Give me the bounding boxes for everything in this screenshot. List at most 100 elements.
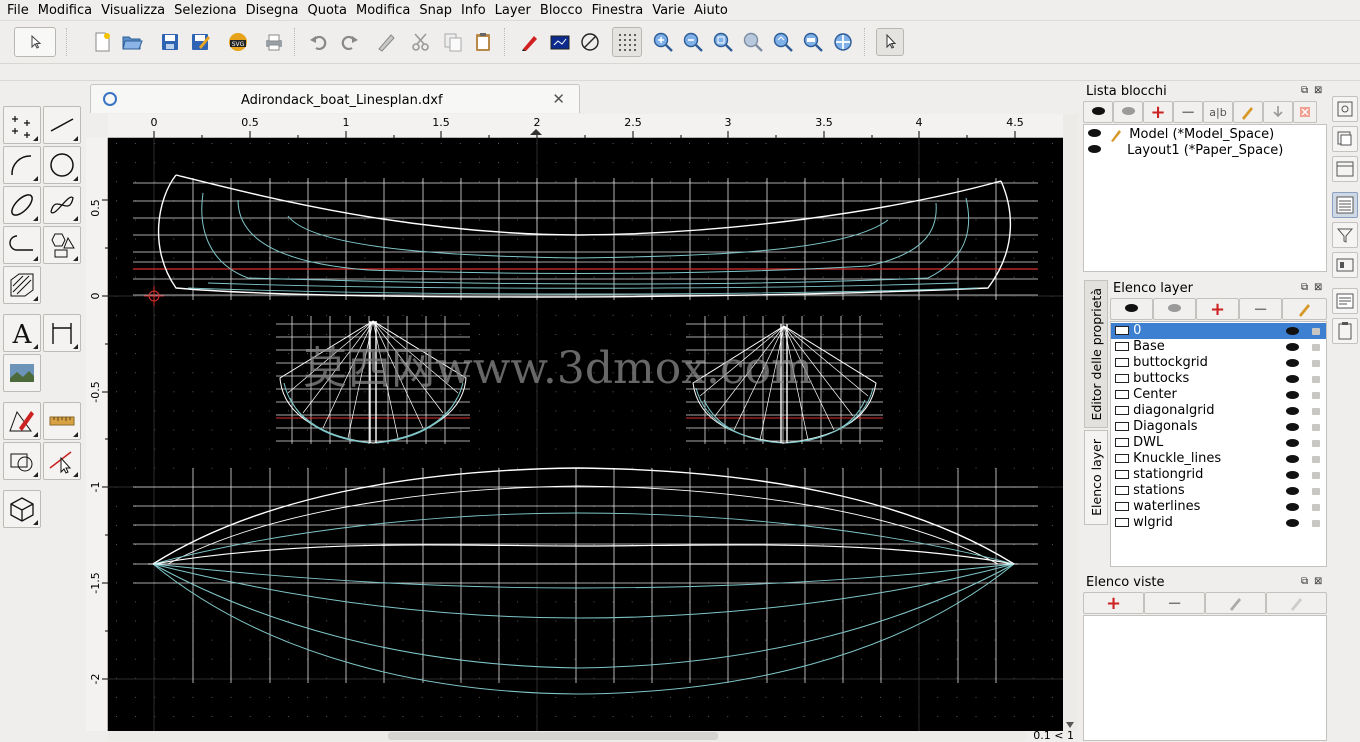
ellipse-tool-button[interactable]	[3, 186, 41, 224]
zoom-redraw-button[interactable]	[800, 29, 826, 55]
menu-layer[interactable]: Layer	[492, 0, 537, 21]
lock-icon[interactable]	[1312, 360, 1320, 367]
eye-icon[interactable]	[1286, 487, 1299, 495]
layer-row[interactable]: buttocks	[1111, 371, 1326, 387]
dimension-tool-button[interactable]	[43, 314, 81, 352]
menu-info[interactable]: Info	[458, 0, 492, 21]
print-button[interactable]	[261, 29, 287, 55]
layer-row[interactable]: diagonalgrid	[1111, 403, 1326, 419]
select-tool-button[interactable]	[43, 442, 81, 480]
eye-icon[interactable]	[1286, 471, 1299, 479]
layer-row[interactable]: stationgrid	[1111, 467, 1326, 483]
layer-row[interactable]: buttockgrid	[1111, 355, 1326, 371]
export-svg-button[interactable]: SVG	[225, 29, 251, 55]
layer-row[interactable]: Diagonals	[1111, 419, 1326, 435]
undo-button[interactable]	[306, 29, 332, 55]
menu-visualizza[interactable]: Visualizza	[98, 0, 171, 21]
line-tool-button[interactable]	[43, 106, 81, 144]
select-window-tool-button[interactable]	[3, 442, 41, 480]
panel-close-icon[interactable]: ⊠	[1314, 576, 1322, 587]
tab-layer-list[interactable]: Elenco layer	[1084, 430, 1108, 525]
panel-float-icon[interactable]: ⧉	[1301, 85, 1308, 96]
eye-icon[interactable]	[1286, 343, 1299, 351]
lock-icon[interactable]	[1312, 328, 1320, 335]
new-file-button[interactable]	[89, 29, 115, 55]
copy-button[interactable]	[440, 29, 466, 55]
insert-block-button[interactable]	[1263, 101, 1293, 123]
save-as-button[interactable]	[187, 29, 213, 55]
menu-aiuto[interactable]: Aiuto	[691, 0, 734, 21]
dock-toggle-button[interactable]	[1332, 288, 1358, 314]
paste-button[interactable]	[470, 29, 496, 55]
edit-block-button[interactable]	[1233, 101, 1263, 123]
eye-icon[interactable]	[1286, 359, 1299, 367]
horizontal-scroll-thumb[interactable]	[388, 732, 718, 740]
dock-toggle-button[interactable]	[1332, 96, 1358, 122]
dock-toggle-button[interactable]	[1332, 252, 1358, 278]
eye-icon[interactable]	[1286, 503, 1299, 511]
pan-zoom-button[interactable]	[830, 29, 856, 55]
zoom-previous-button[interactable]	[740, 29, 766, 55]
circle-tool-button[interactable]	[43, 146, 81, 184]
zoom-window-button[interactable]	[770, 29, 796, 55]
menu-disegna[interactable]: Disegna	[243, 0, 305, 21]
eye-icon[interactable]	[1286, 391, 1299, 399]
layer-row[interactable]: Knuckle_lines	[1111, 451, 1326, 467]
lock-icon[interactable]	[1312, 392, 1320, 399]
rename-block-button[interactable]: a|b	[1203, 101, 1233, 123]
delete-block-button[interactable]	[1293, 101, 1317, 123]
horizontal-scrollbar[interactable]	[108, 731, 1026, 741]
lock-icon[interactable]	[1312, 520, 1320, 527]
circle-tool-button[interactable]	[577, 29, 603, 55]
add-view-button[interactable]: +	[1083, 592, 1144, 614]
close-tab-icon[interactable]: ✕	[552, 90, 565, 108]
block-item[interactable]: Layout1 (*Paper_Space)	[1084, 143, 1326, 159]
panel-float-icon[interactable]: ⧉	[1301, 282, 1308, 293]
block-item[interactable]: Model (*Model_Space)	[1084, 127, 1326, 143]
hide-all-layers-button[interactable]	[1153, 298, 1196, 320]
menu-snap[interactable]: Snap	[416, 0, 458, 21]
menu-quota[interactable]: Quota	[304, 0, 353, 21]
layer-row[interactable]: DWL	[1111, 435, 1326, 451]
image-tool-button[interactable]	[3, 354, 41, 392]
redo-button[interactable]	[336, 29, 362, 55]
add-block-button[interactable]: +	[1143, 101, 1173, 123]
panel-close-icon[interactable]: ⊠	[1314, 85, 1322, 96]
lock-icon[interactable]	[1312, 424, 1320, 431]
eye-icon[interactable]	[1286, 375, 1299, 383]
edit-pen-button[interactable]	[373, 29, 399, 55]
layer-row[interactable]: Center	[1111, 387, 1326, 403]
drawing-background-button[interactable]	[547, 29, 573, 55]
menu-finestra[interactable]: Finestra	[589, 0, 650, 21]
lock-icon[interactable]	[1312, 408, 1320, 415]
shapes-tool-button[interactable]	[43, 226, 81, 264]
panel-float-icon[interactable]: ⧉	[1301, 576, 1308, 587]
eye-icon[interactable]	[1286, 423, 1299, 431]
dock-toggle-button[interactable]	[1332, 126, 1358, 152]
eye-icon[interactable]	[1286, 455, 1299, 463]
open-file-button[interactable]	[119, 29, 145, 55]
dock-toggle-button[interactable]	[1332, 156, 1358, 182]
layer-row[interactable]: waterlines	[1111, 499, 1326, 515]
show-all-layers-button[interactable]	[1110, 298, 1153, 320]
arc-tool-button[interactable]	[3, 146, 41, 184]
layer-row[interactable]: Base	[1111, 339, 1326, 355]
layer-row-selected[interactable]: 0	[1111, 323, 1326, 339]
cut-button[interactable]	[408, 29, 434, 55]
hatch-tool-button[interactable]	[3, 266, 41, 304]
menu-file[interactable]: File	[4, 0, 35, 21]
lock-icon[interactable]	[1312, 456, 1320, 463]
spline-tool-button[interactable]	[43, 186, 81, 224]
layer-row[interactable]: stations	[1111, 483, 1326, 499]
tab-property-editor[interactable]: Editor delle proprietà	[1084, 280, 1108, 428]
lock-icon[interactable]	[1312, 472, 1320, 479]
menu-varie[interactable]: Varie	[649, 0, 691, 21]
dock-toggle-button[interactable]	[1332, 222, 1358, 248]
layer-row[interactable]: wlgrid	[1111, 515, 1326, 531]
eye-icon[interactable]	[1286, 407, 1299, 415]
eye-icon[interactable]	[1286, 327, 1299, 335]
edit-view-button[interactable]	[1205, 592, 1266, 614]
add-layer-button[interactable]: +	[1196, 298, 1239, 320]
rename-view-button[interactable]	[1266, 592, 1327, 614]
edit-layer-button[interactable]	[1282, 298, 1327, 320]
